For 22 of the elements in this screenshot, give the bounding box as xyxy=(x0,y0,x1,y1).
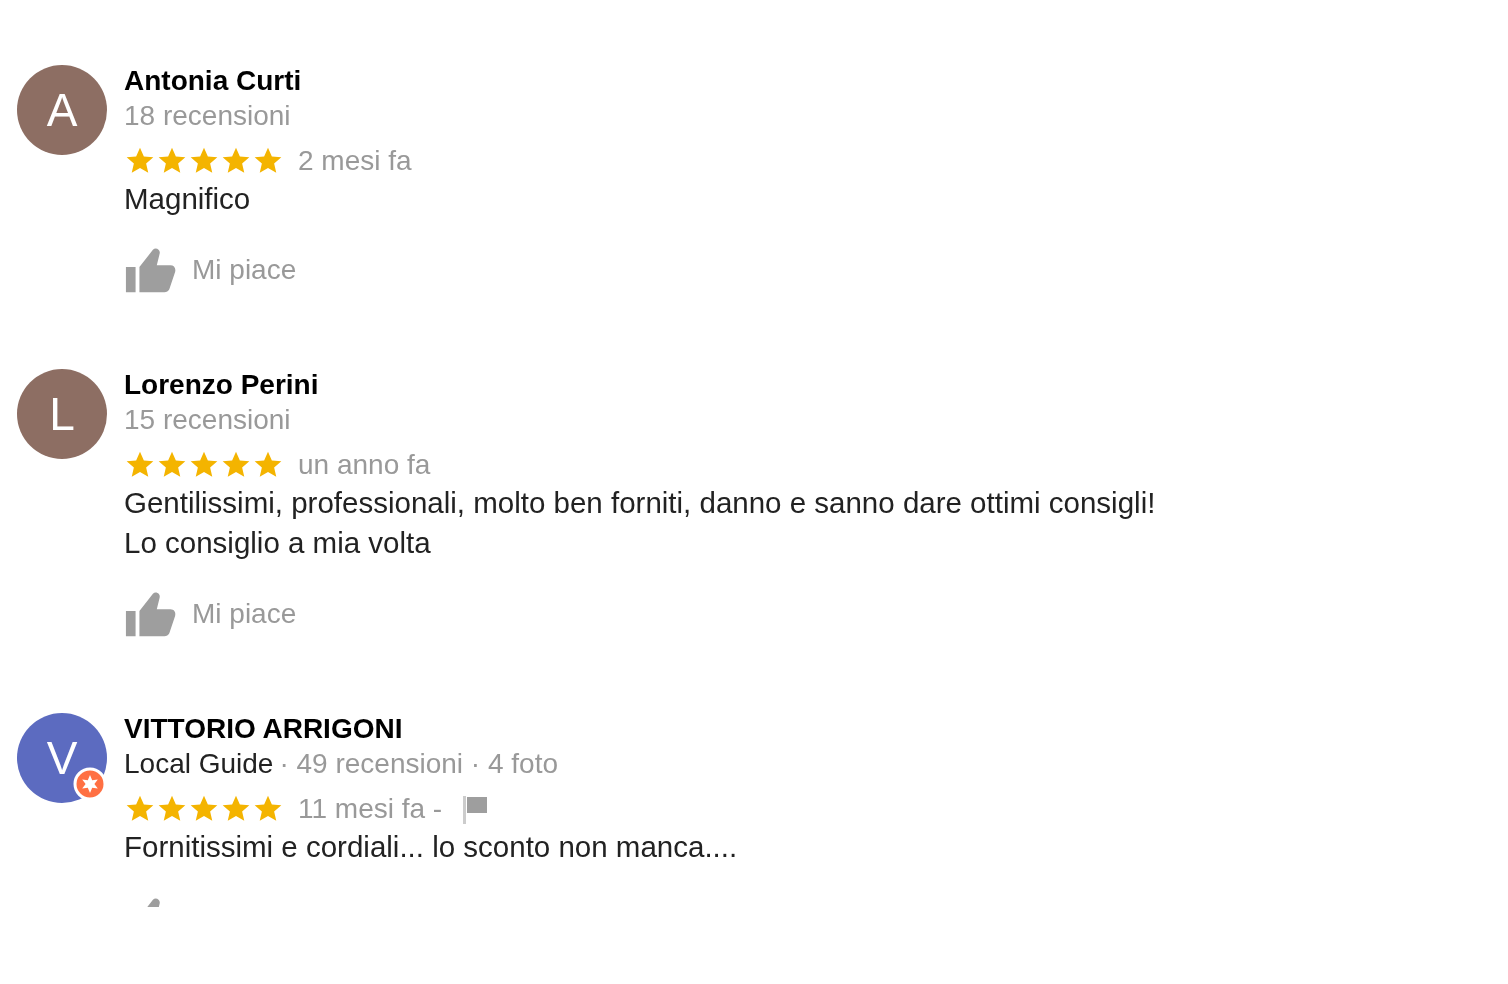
review-date: un anno fa xyxy=(298,449,431,481)
review-count: · 49 recensioni · 4 foto xyxy=(279,747,559,781)
avatar[interactable]: V xyxy=(17,713,107,803)
avatar-initial: V xyxy=(46,731,78,785)
review-date: 2 mesi fa xyxy=(298,145,412,177)
avatar-initial: A xyxy=(46,83,78,137)
like-button[interactable]: Mi piace xyxy=(124,589,297,639)
review-text: Gentilissimi, professionali, molto ben forniti, danno e sanno dare ottimi consigli! Lo consiglio a mia volta xyxy=(124,485,1156,561)
avatar[interactable]: L xyxy=(17,369,107,459)
review-count: 15 recensioni xyxy=(124,403,291,437)
like-button[interactable]: Mi piace xyxy=(124,245,297,295)
reviewer-name[interactable]: VITTORIO ARRIGONI xyxy=(124,713,738,745)
reviewer-name[interactable]: Antonia Curti xyxy=(124,65,412,97)
avatar[interactable]: A xyxy=(17,65,107,155)
review-date: 11 mesi fa - xyxy=(298,793,443,825)
local-guide-label: Local Guide xyxy=(124,747,274,781)
review-text: Magnifico xyxy=(124,181,252,217)
reviewer-name[interactable]: Lorenzo Perini xyxy=(124,369,1156,401)
flag-icon[interactable] xyxy=(462,794,489,824)
avatar-initial: L xyxy=(49,387,75,441)
review-text: Fornitissimi e cordiali... lo sconto non manca.... xyxy=(124,829,738,865)
review-count: 18 recensioni xyxy=(124,99,291,133)
